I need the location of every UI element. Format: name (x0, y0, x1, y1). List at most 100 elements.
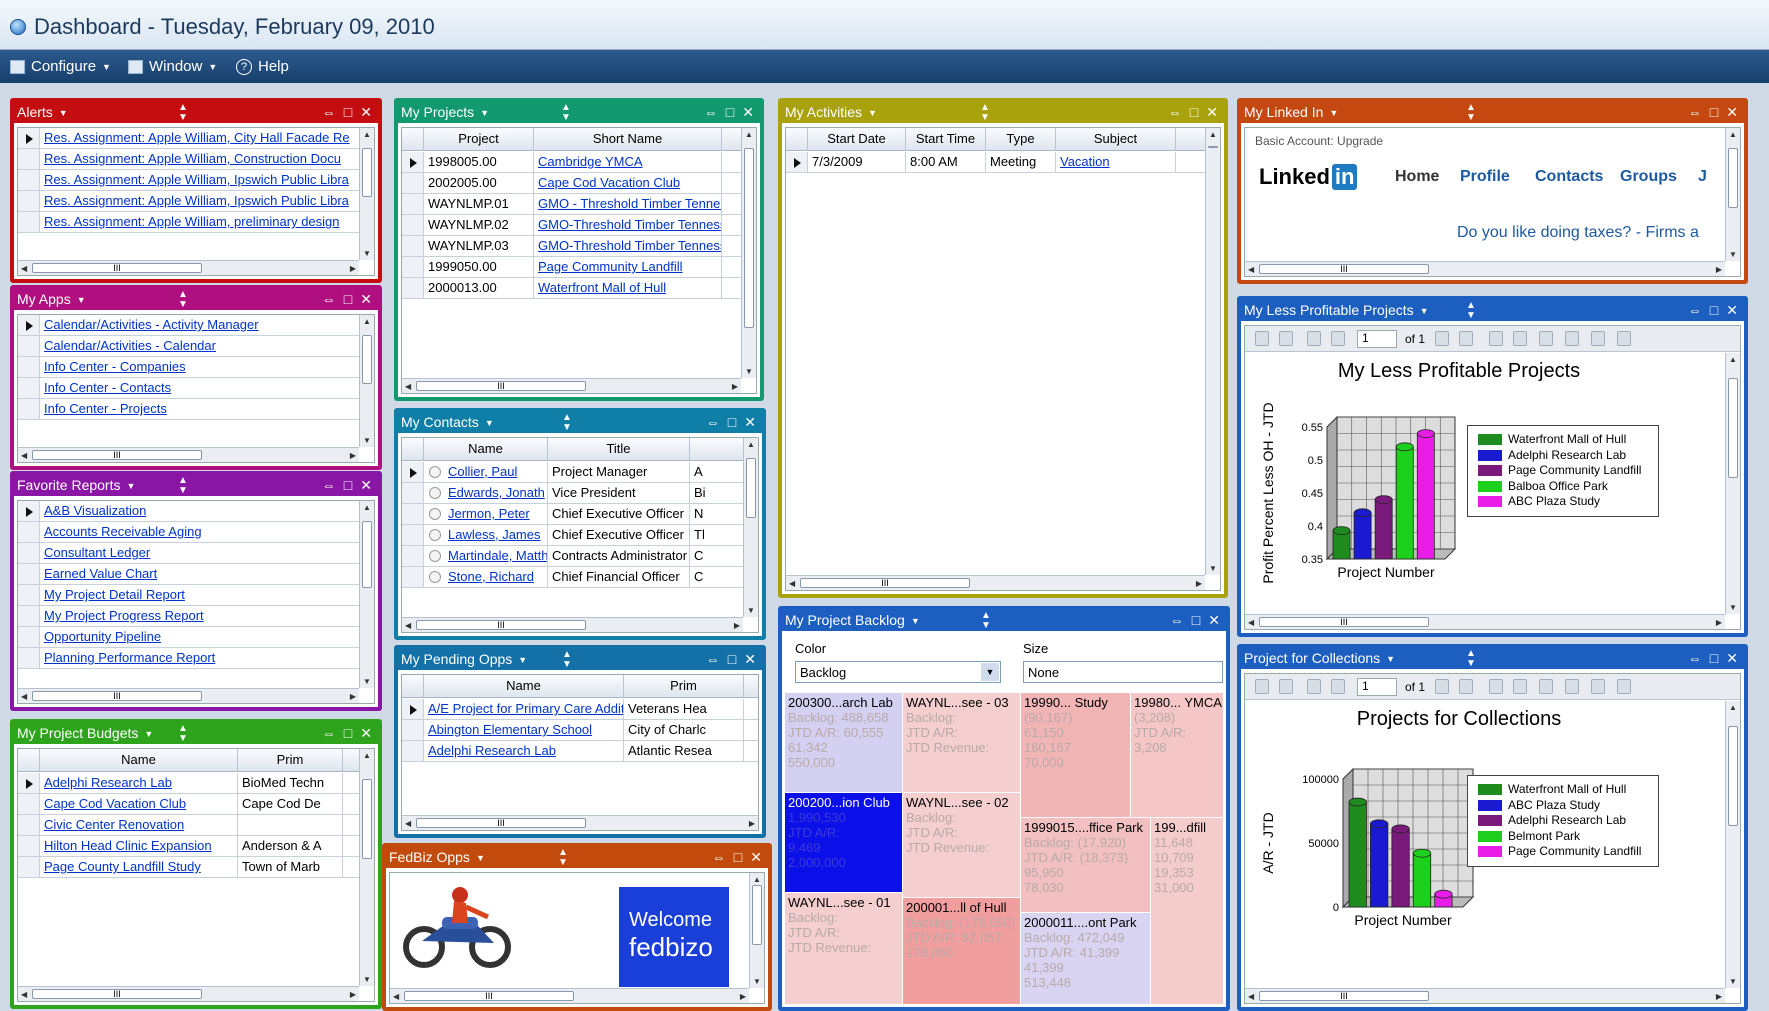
row-selector[interactable] (18, 836, 40, 856)
chevron-down-icon[interactable]: ▼ (480, 108, 489, 118)
export-icon[interactable] (1255, 679, 1269, 694)
row-selector[interactable] (18, 773, 40, 793)
row-selector[interactable] (18, 399, 40, 419)
list-link[interactable]: Calendar/Activities - Activity Manager (44, 315, 259, 335)
scroll-thumb[interactable] (362, 779, 372, 859)
horizontal-scrollbar[interactable]: ◀ III ▶ (18, 688, 359, 703)
panel-header[interactable]: Favorite Reports ▼ ▲ ▼ ⇔ □ ✕ (14, 475, 378, 496)
scroll-up-icon[interactable]: ▲ (1729, 355, 1737, 364)
settings-icon[interactable] (1279, 331, 1293, 346)
move-handle-icon[interactable]: ▲ ▼ (178, 475, 188, 496)
table-row[interactable]: WAYNLMP.01 GMO - Threshold Timber Tenness… (402, 194, 756, 215)
panel-header[interactable]: My Contacts ▼ ▲ ▼ ⇔ □ ✕ (398, 412, 762, 433)
scroll-thumb[interactable] (1728, 378, 1738, 478)
row-selector[interactable] (402, 720, 424, 740)
close-icon[interactable]: ✕ (1726, 650, 1738, 666)
row-selector[interactable] (18, 149, 40, 169)
list-link[interactable]: Earned Value Chart (44, 564, 157, 584)
list-item[interactable]: Info Center - Contacts (18, 378, 374, 399)
column-header[interactable]: Start Time (906, 128, 986, 151)
scroll-down-icon[interactable]: ▼ (1729, 603, 1737, 612)
row-selector[interactable] (402, 546, 424, 566)
table-row[interactable]: Hilton Head Clinic Expansion Anderson & A (18, 836, 374, 857)
restore-icon[interactable]: ⇔ (706, 651, 720, 667)
move-handle-icon[interactable]: ▲ ▼ (1466, 300, 1476, 321)
row-selector[interactable] (18, 857, 40, 877)
panel-header[interactable]: Project for Collections ▼ ▲ ▼ ⇔ □ ✕ (1241, 648, 1744, 669)
row-selector[interactable] (402, 278, 424, 298)
scroll-right-icon[interactable]: ▶ (350, 264, 356, 273)
scroll-thumb[interactable]: III (32, 450, 202, 460)
table-row[interactable]: Abington Elementary School City of Charlc (402, 720, 758, 741)
row-selector[interactable] (402, 462, 424, 482)
row-selector[interactable] (18, 606, 40, 626)
move-handle-icon[interactable]: ▲ ▼ (178, 289, 188, 310)
chevron-down-icon[interactable]: ▼ (868, 108, 877, 118)
row-selector[interactable] (18, 522, 40, 542)
linkedin-nav-2[interactable]: Contacts (1535, 168, 1603, 186)
treemap-tile[interactable]: 1999015....ffice Park Backlog: (17,920) JT… (1021, 818, 1151, 913)
scroll-down-icon[interactable]: ▼ (747, 606, 755, 615)
row-selector[interactable] (18, 585, 40, 605)
restore-icon[interactable]: ⇔ (1688, 302, 1702, 318)
restore-icon[interactable]: ⇔ (322, 104, 336, 120)
contact-name[interactable]: Lawless, James (444, 525, 548, 545)
panel-header[interactable]: Alerts ▼ ▲ ▼ ⇔ □ ✕ (14, 102, 378, 123)
list-link[interactable]: Res. Assignment: Apple William, Ipswich … (44, 170, 349, 190)
row-selector[interactable] (402, 504, 424, 524)
row-selector[interactable] (402, 257, 424, 277)
chevron-down-icon[interactable]: ▼ (1386, 654, 1395, 664)
row-selector[interactable] (402, 236, 424, 256)
horizontal-scrollbar[interactable]: ◀ III ▶ (402, 617, 743, 632)
column-header[interactable]: Type (986, 128, 1056, 151)
scroll-thumb[interactable]: III (32, 263, 202, 273)
move-handle-icon[interactable]: ▲ ▼ (558, 847, 568, 868)
scroll-down-icon[interactable]: ▼ (363, 677, 371, 686)
list-link[interactable]: Res. Assignment: Apple William, City Hal… (44, 128, 350, 148)
restore-icon[interactable]: ⇔ (1688, 104, 1702, 120)
restore-icon[interactable]: ⇔ (706, 414, 720, 430)
table-row[interactable]: WAYNLMP.03 GMO-Threshold Timber Tennessee (402, 236, 756, 257)
column-header[interactable]: Start Date (808, 128, 906, 151)
welcome-banner[interactable]: Welcome fedbizo (619, 887, 729, 987)
scroll-right-icon[interactable]: ▶ (749, 819, 755, 828)
first-page-icon[interactable] (1307, 331, 1321, 346)
scroll-down-icon[interactable]: ▼ (1729, 250, 1737, 259)
export-icon[interactable] (1255, 331, 1269, 346)
horizontal-scrollbar[interactable]: ◀ III ▶ (18, 986, 359, 1001)
table-row[interactable]: Lawless, James Chief Executive Officer Tl (402, 525, 758, 546)
row-selector[interactable] (786, 152, 808, 172)
settings-icon[interactable] (1279, 679, 1293, 694)
scroll-thumb[interactable] (752, 885, 762, 945)
list-link[interactable]: Res. Assignment: Apple William, prelimin… (44, 212, 340, 232)
table-row[interactable]: 7/3/2009 8:00 AM Meeting Vacation (786, 152, 1220, 173)
table-row[interactable]: 1999050.00 Page Community Landfill (402, 257, 756, 278)
linkedin-nav-0[interactable]: Home (1395, 168, 1439, 186)
vertical-scrollbar[interactable]: ▲ ▼ (1725, 701, 1740, 988)
scroll-left-icon[interactable]: ◀ (21, 451, 27, 460)
treemap-tile[interactable]: 19980... YMCA (3,208) JTD A/R: 3,208 (1131, 693, 1223, 818)
list-link[interactable]: Info Center - Contacts (44, 378, 171, 398)
list-item[interactable]: Planning Performance Report (18, 648, 374, 669)
zoom-icon[interactable] (1591, 679, 1605, 694)
vertical-scrollbar[interactable]: ▲ ▼ (749, 873, 764, 988)
scroll-thumb[interactable]: III (416, 381, 586, 391)
table-cell[interactable]: GMO-Threshold Timber Tennessee (534, 215, 722, 235)
scroll-right-icon[interactable]: ▶ (1716, 618, 1722, 627)
restore-icon[interactable]: ⇔ (322, 477, 336, 493)
scroll-up-icon[interactable]: ▲ (745, 130, 753, 139)
table-row[interactable]: 2002005.00 Cape Cod Vacation Club (402, 173, 756, 194)
scroll-left-icon[interactable]: ◀ (789, 579, 795, 588)
linkedin-ad-link[interactable]: Do you like doing taxes? - Firms a (1457, 224, 1699, 242)
row-selector[interactable] (402, 699, 424, 719)
list-link[interactable]: My Project Detail Report (44, 585, 185, 605)
vertical-scrollbar[interactable]: ▲ ▼ (359, 128, 374, 260)
configure-menu[interactable]: Configure ▼ (10, 58, 111, 75)
window-menu[interactable]: Window ▼ (128, 58, 217, 75)
list-item[interactable]: Calendar/Activities - Activity Manager (18, 315, 374, 336)
scroll-left-icon[interactable]: ◀ (21, 990, 27, 999)
maximize-icon[interactable]: □ (734, 849, 742, 865)
scroll-thumb[interactable] (1208, 146, 1218, 148)
prev-page-icon[interactable] (1331, 679, 1345, 694)
move-handle-icon[interactable]: ▲ ▼ (561, 102, 571, 123)
